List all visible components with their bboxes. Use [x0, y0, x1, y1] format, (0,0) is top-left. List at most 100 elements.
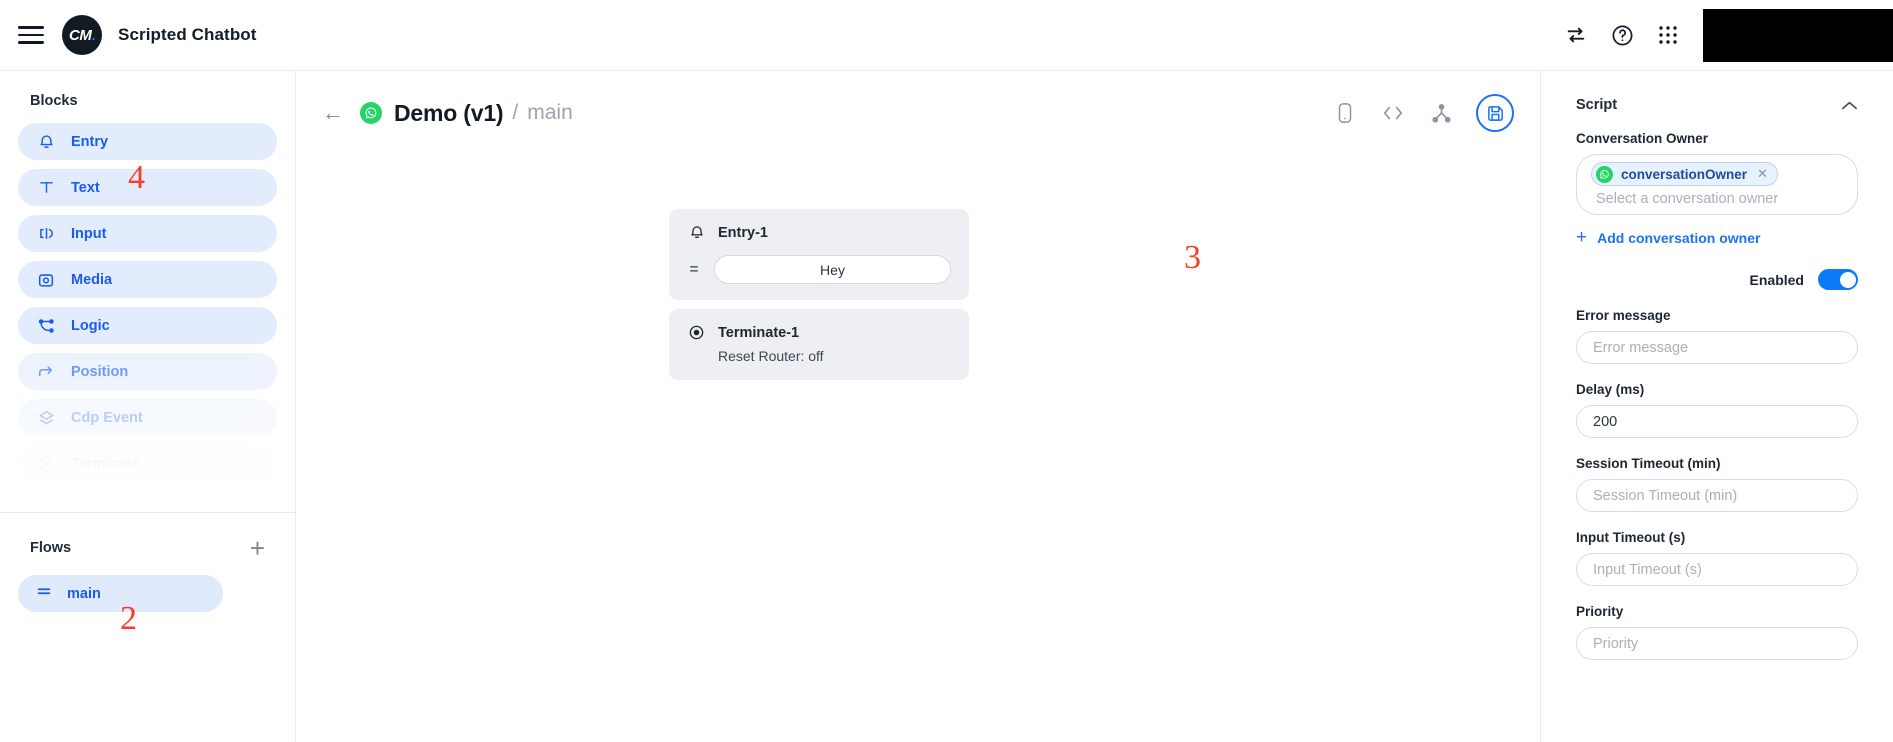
equals-icon	[36, 584, 52, 603]
node-subtitle: Reset Router: off	[718, 348, 824, 364]
mobile-preview-icon[interactable]	[1332, 100, 1358, 126]
conversation-owner-field: Conversation Owner conversationOwner ✕ S…	[1576, 131, 1858, 247]
flows-pane: Flows + main	[0, 513, 295, 612]
close-icon[interactable]: ✕	[1757, 166, 1768, 182]
block-item-position[interactable]: Position	[18, 353, 277, 390]
flows-header: Flows +	[18, 513, 277, 575]
conversation-owner-chip[interactable]: conversationOwner ✕	[1591, 162, 1778, 186]
block-label: Input	[71, 225, 107, 242]
canvas-header: ← Demo (v1) / main	[296, 85, 1540, 141]
error-message-label: Error message	[1576, 308, 1671, 323]
save-icon[interactable]	[1476, 94, 1514, 132]
enabled-toggle-row: Enabled	[1576, 269, 1858, 290]
add-conversation-owner-button[interactable]: + Add conversation owner	[1576, 228, 1858, 247]
session-timeout-input[interactable]: Session Timeout (min)	[1576, 479, 1858, 512]
blocks-pane: Blocks Entry Text Input Media Logic Posi…	[0, 71, 295, 512]
chip-label: conversationOwner	[1621, 166, 1748, 182]
logic-node-icon	[36, 316, 56, 336]
flow-canvas[interactable]: Entry-1 = Hey Terminate-1 Reset Router: …	[296, 141, 1540, 742]
script-panel-title: Script	[1576, 97, 1618, 113]
cdp-layers-icon	[36, 408, 56, 428]
bell-icon	[687, 223, 706, 242]
node-title: Terminate-1	[718, 324, 800, 341]
blocks-list: Entry Text Input Media Logic Position Cd…	[18, 123, 277, 482]
node-value-input[interactable]: Hey	[714, 255, 951, 284]
block-label: Entry	[71, 133, 109, 150]
block-label: Position	[71, 363, 129, 380]
delay-label: Delay (ms)	[1576, 382, 1645, 397]
canvas-toolbar	[1332, 94, 1514, 132]
plus-icon: +	[1576, 227, 1588, 248]
error-message-field: Error message Error message	[1576, 308, 1858, 364]
blocks-title: Blocks	[30, 93, 78, 109]
text-t-icon	[36, 178, 56, 198]
blocks-header: Blocks	[18, 71, 277, 123]
position-arrow-icon	[36, 362, 56, 382]
input-timeout-input[interactable]: Input Timeout (s)	[1576, 553, 1858, 586]
node-stack: Entry-1 = Hey Terminate-1 Reset Router: …	[669, 209, 969, 380]
canvas-area: ← Demo (v1) / main Entry-1 = Hey Termina…	[296, 71, 1540, 742]
whatsapp-icon	[360, 102, 382, 124]
breadcrumb-flow-name: main	[527, 101, 573, 124]
priority-field: Priority Priority	[1576, 604, 1858, 660]
logo-dot: .	[91, 26, 95, 44]
share-tree-icon[interactable]	[1428, 100, 1454, 126]
add-flow-button[interactable]: +	[250, 535, 265, 561]
main-body: Blocks Entry Text Input Media Logic Posi…	[0, 71, 1893, 742]
flows-title: Flows	[30, 540, 72, 556]
hamburger-menu-icon[interactable]	[18, 22, 44, 48]
breadcrumb-separator: /	[512, 101, 519, 124]
block-item-text[interactable]: Text	[18, 169, 277, 206]
node-title: Entry-1	[718, 224, 768, 241]
block-item-media[interactable]: Media	[18, 261, 277, 298]
block-item-input[interactable]: Input	[18, 215, 277, 252]
block-item-cdp-event[interactable]: Cdp Event	[18, 399, 277, 436]
code-view-icon[interactable]	[1380, 100, 1406, 126]
priority-label: Priority	[1576, 604, 1624, 619]
priority-input[interactable]: Priority	[1576, 627, 1858, 660]
apps-grid-icon[interactable]	[1645, 0, 1691, 70]
node-header: Terminate-1	[687, 323, 951, 342]
terminate-target-icon	[36, 454, 56, 474]
session-timeout-field: Session Timeout (min) Session Timeout (m…	[1576, 456, 1858, 512]
script-panel-header: Script	[1576, 71, 1858, 113]
help-icon[interactable]	[1599, 0, 1645, 70]
flow-label: main	[67, 585, 101, 602]
enabled-label: Enabled	[1749, 271, 1804, 288]
input-timeout-field: Input Timeout (s) Input Timeout (s)	[1576, 530, 1858, 586]
transfer-icon[interactable]	[1553, 0, 1599, 70]
media-camera-icon	[36, 270, 56, 290]
block-item-logic[interactable]: Logic	[18, 307, 277, 344]
redacted-account-area	[1703, 8, 1893, 62]
bell-icon	[36, 132, 56, 152]
conversation-owner-placeholder: Select a conversation owner	[1596, 191, 1779, 207]
conversation-owner-box[interactable]: conversationOwner ✕ Select a conversatio…	[1576, 154, 1858, 215]
error-message-input[interactable]: Error message	[1576, 331, 1858, 364]
block-item-entry[interactable]: Entry	[18, 123, 277, 160]
node-condition-row: = Hey	[687, 255, 951, 284]
whatsapp-icon	[1596, 165, 1613, 183]
terminate-target-icon	[687, 323, 706, 342]
chevron-up-icon[interactable]	[1841, 100, 1858, 111]
equals-icon: =	[689, 261, 699, 278]
node-header: Entry-1	[687, 223, 951, 242]
app-title: Scripted Chatbot	[118, 25, 257, 44]
top-bar: CM. Scripted Chatbot	[0, 0, 1893, 71]
add-conversation-owner-label: Add conversation owner	[1597, 229, 1761, 246]
toggle-knob	[1839, 271, 1856, 288]
back-arrow-icon[interactable]: ←	[322, 102, 344, 124]
breadcrumb-script-name[interactable]: Demo (v1)	[394, 100, 504, 127]
node-terminate-1[interactable]: Terminate-1 Reset Router: off	[669, 309, 969, 380]
enabled-toggle[interactable]	[1818, 269, 1858, 290]
block-label: Media	[71, 271, 113, 288]
delay-input[interactable]: 200	[1576, 405, 1858, 438]
input-timeout-label: Input Timeout (s)	[1576, 530, 1686, 545]
script-settings-panel: Script Conversation Owner conversationOw…	[1540, 71, 1893, 742]
block-item-terminate[interactable]: Terminate	[18, 445, 277, 482]
top-bar-actions	[1553, 0, 1893, 70]
block-label: Logic	[71, 317, 110, 334]
node-entry-1[interactable]: Entry-1 = Hey	[669, 209, 969, 300]
block-label: Cdp Event	[71, 409, 143, 426]
flow-item-main[interactable]: main	[18, 575, 223, 612]
block-label: Terminate	[71, 455, 140, 472]
